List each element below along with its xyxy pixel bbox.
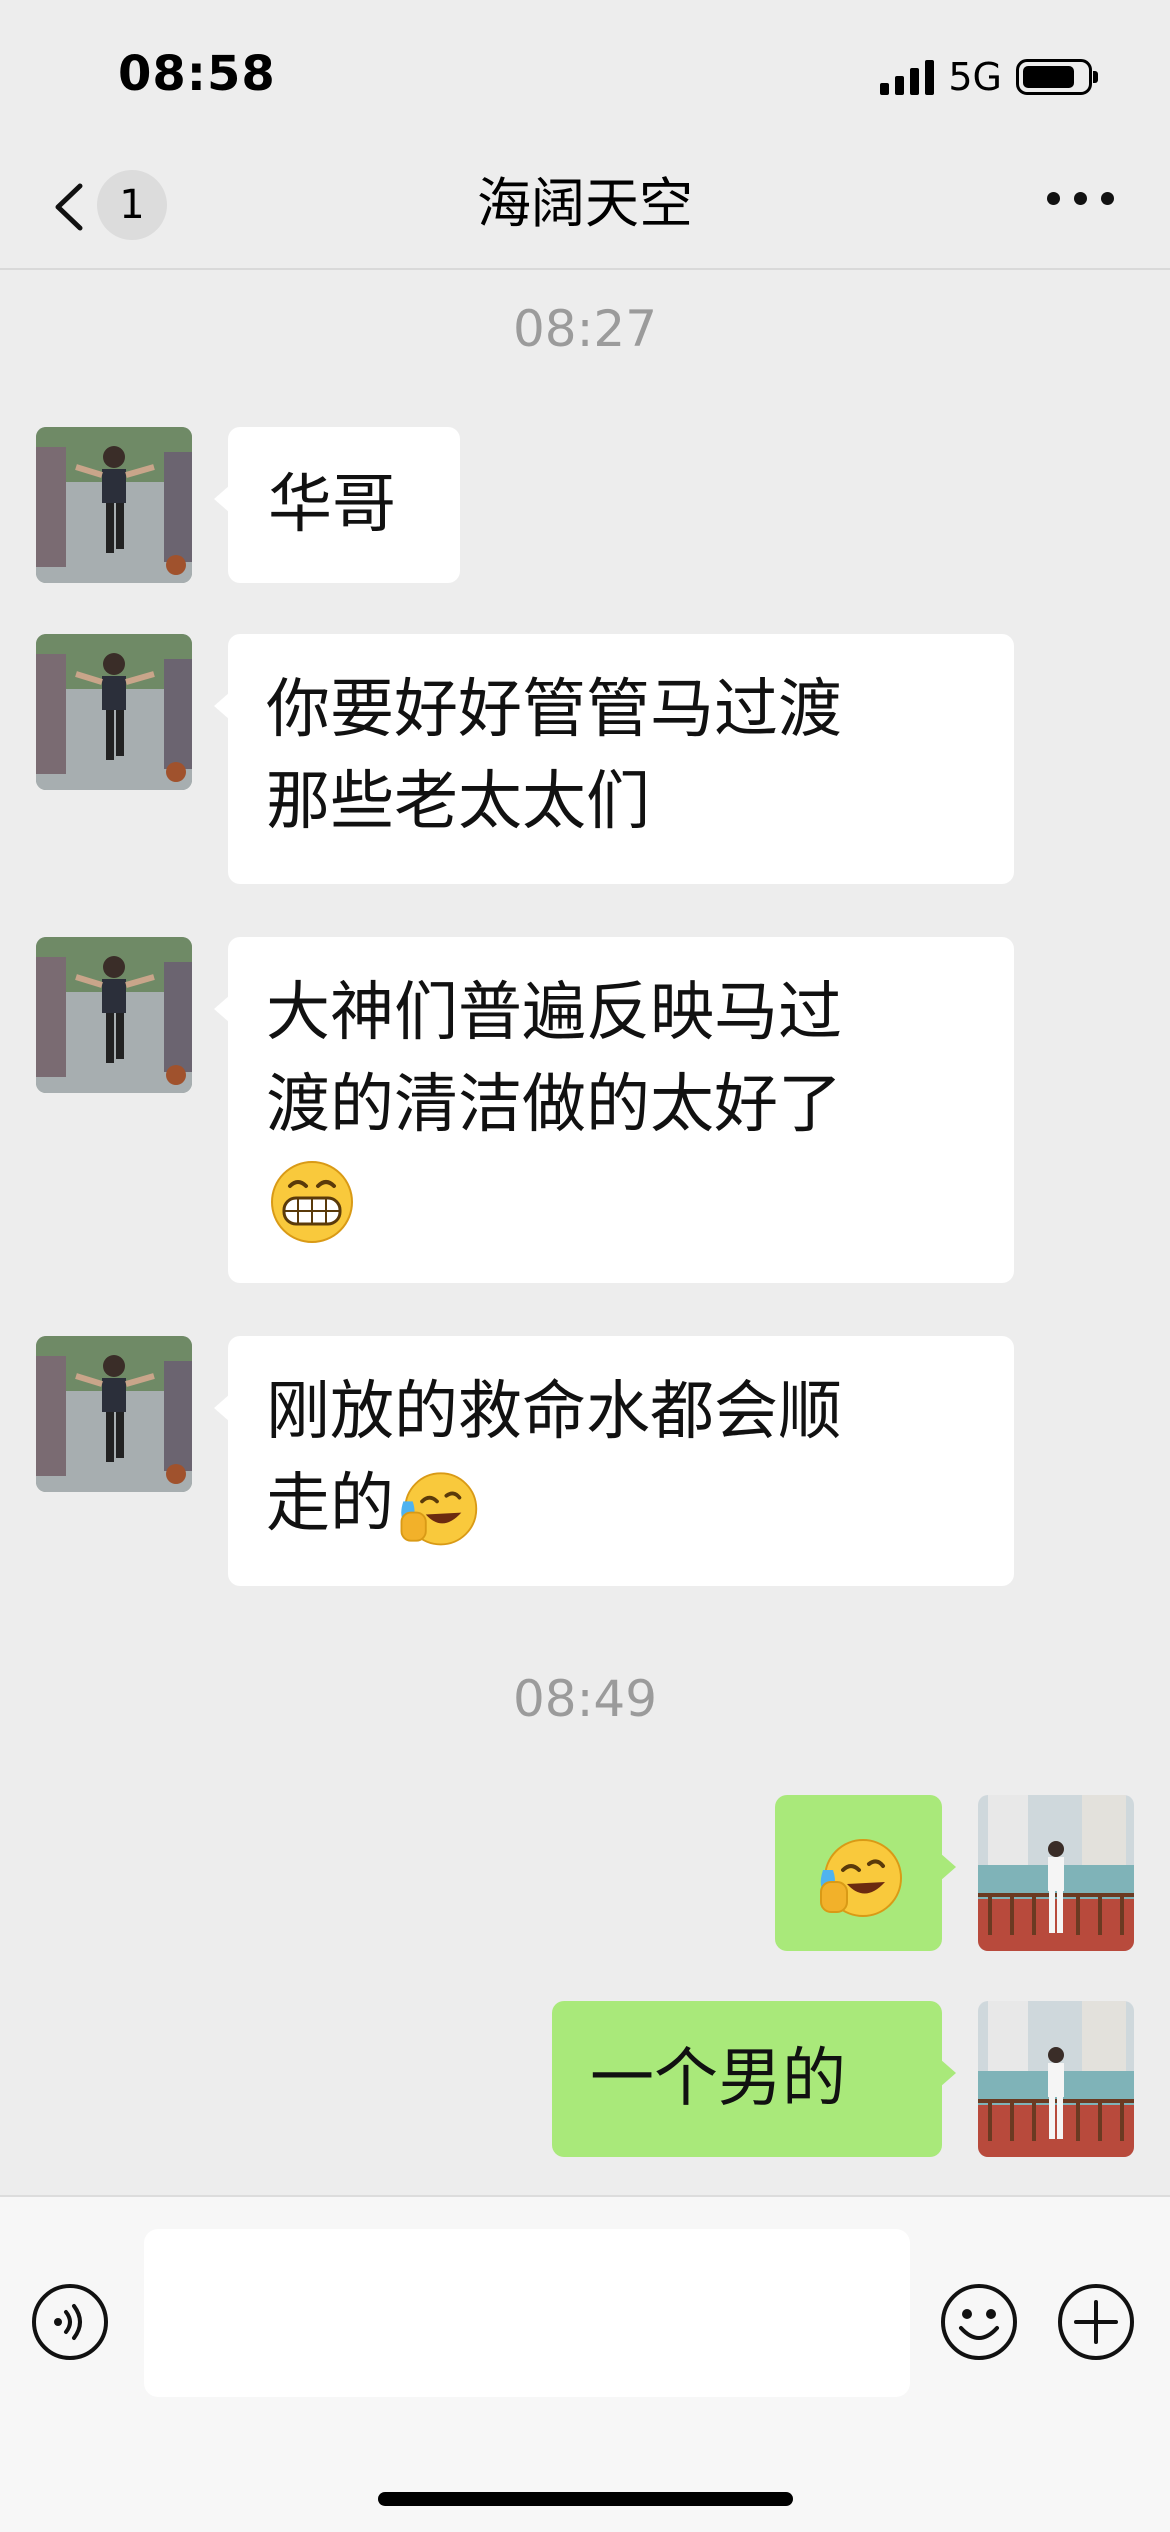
home-indicator[interactable] [378, 2492, 793, 2506]
contact-avatar[interactable] [36, 1336, 192, 1492]
chat-input-bar [0, 2195, 1170, 2532]
voice-input-icon[interactable] [30, 2282, 110, 2362]
network-type: 5G [948, 55, 1002, 99]
message-text-line: 你要好好管管马过渡 [266, 673, 842, 747]
message-text-line: 刚放的救命水都会顺 [266, 1375, 842, 1449]
more-actions-plus-icon[interactable] [1056, 2282, 1136, 2362]
incoming-message-bubble[interactable]: 华哥 [214, 427, 460, 583]
my-avatar[interactable] [978, 2001, 1134, 2157]
battery-icon [1016, 59, 1098, 95]
message-timestamp: 08:27 [512, 300, 658, 358]
crying-laughing-emoji [400, 1472, 478, 1546]
cellular-signal-icon [880, 59, 935, 95]
message-text-line: 那些老太太们 [266, 765, 650, 839]
contact-avatar[interactable] [36, 937, 192, 1093]
status-time: 08:58 [118, 46, 276, 102]
chat-title: 海阔天空 [477, 172, 693, 235]
more-options-icon[interactable] [1047, 192, 1114, 205]
contact-avatar[interactable] [36, 427, 192, 583]
status-bar: 08:58 5G [0, 0, 1170, 150]
crying-laughing-emoji [820, 1839, 902, 1918]
outgoing-message-bubble[interactable] [775, 1795, 956, 1951]
message-text-line: 大神们普遍反映马过 [266, 976, 842, 1050]
contact-avatar[interactable] [36, 634, 192, 790]
my-avatar[interactable] [978, 1795, 1134, 1951]
incoming-message-bubble[interactable]: 刚放的救命水都会顺 走的 [214, 1336, 1014, 1586]
message-timestamp: 08:49 [512, 1670, 658, 1728]
incoming-message-bubble[interactable]: 你要好好管管马过渡 那些老太太们 [214, 634, 1014, 884]
chat-header: 1 海阔天空 [0, 150, 1170, 270]
status-indicators: 5G [880, 55, 1098, 99]
message-text-line: 走的 [266, 1467, 394, 1541]
outgoing-message-bubble[interactable]: 一个男的 [552, 2001, 956, 2157]
message-text: 华哥 [268, 468, 396, 542]
emoji-picker-icon[interactable] [939, 2282, 1019, 2362]
incoming-message-bubble[interactable]: 大神们普遍反映马过 渡的清洁做的太好了 [214, 937, 1014, 1283]
message-input[interactable] [144, 2229, 910, 2397]
message-text-line: 渡的清洁做的太好了 [266, 1068, 842, 1142]
grinning-face-emoji [271, 1161, 353, 1244]
message-text: 一个男的 [590, 2042, 846, 2116]
